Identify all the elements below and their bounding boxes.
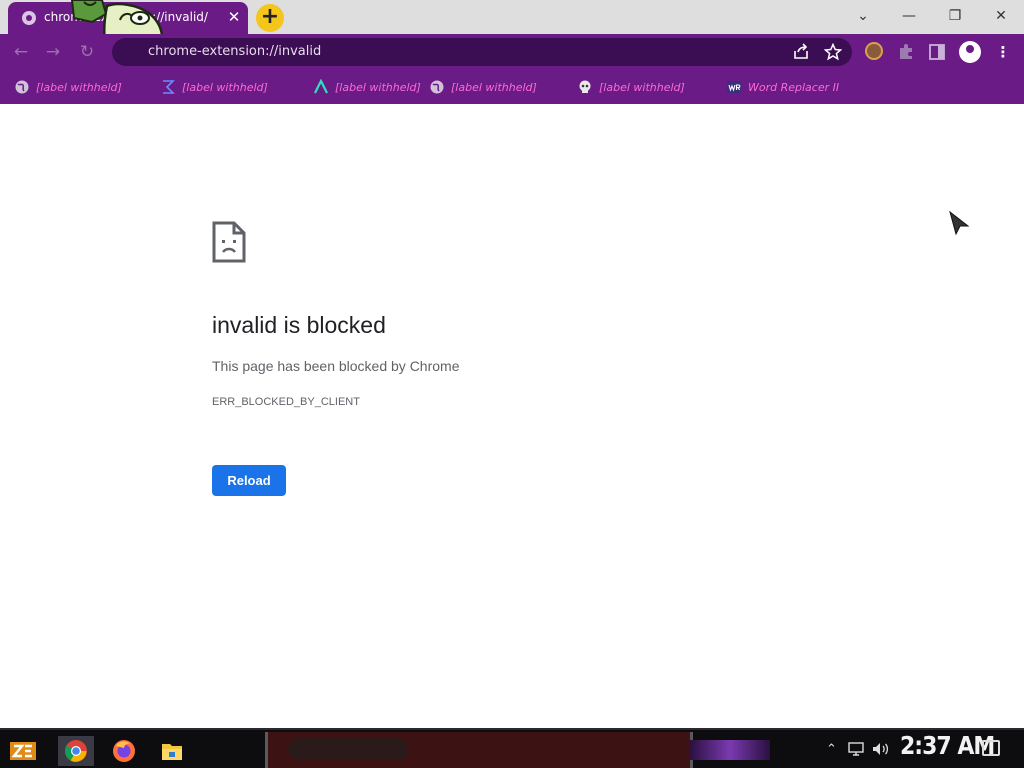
firefox-icon xyxy=(113,740,135,762)
chrome-icon xyxy=(65,740,87,762)
file-explorer-icon xyxy=(162,744,182,760)
a-logo-icon xyxy=(314,79,328,94)
share-icon[interactable] xyxy=(792,43,810,61)
taskbar-firefox[interactable] xyxy=(106,736,142,766)
reload-browser-button[interactable]: ↻ xyxy=(76,41,98,63)
bookmark-label: [label withheld] xyxy=(335,80,421,94)
back-button[interactable]: ← xyxy=(10,41,32,63)
tray-overflow-icon[interactable]: ⌃ xyxy=(826,740,837,760)
start-menu-icon[interactable] xyxy=(8,736,38,764)
bookmark-label: [label withheld] xyxy=(451,80,537,94)
taskbar-chrome[interactable] xyxy=(58,736,94,766)
restore-button[interactable]: ❐ xyxy=(943,5,967,27)
forward-button[interactable]: → xyxy=(42,41,64,63)
bookmark-label: [label withheld] xyxy=(182,80,268,94)
error-code: ERR_BLOCKED_BY_CLIENT xyxy=(212,396,360,408)
globe-icon xyxy=(22,11,36,25)
skull-icon xyxy=(579,80,591,93)
bookmark-6[interactable]: Word Replacer II xyxy=(726,77,839,97)
side-panel-icon[interactable] xyxy=(927,42,947,62)
address-bar[interactable]: chrome-extension://invalid xyxy=(112,38,852,66)
sigma-icon xyxy=(163,80,175,94)
kebab-menu-icon[interactable]: ⋮ xyxy=(993,42,1013,62)
bookmark-label: [label withheld] xyxy=(36,80,122,94)
taskbar-file-explorer[interactable] xyxy=(154,736,190,766)
notification-center-icon[interactable] xyxy=(982,740,1000,756)
bookmark-label: [label withheld] xyxy=(599,80,685,94)
mouse-cursor-icon xyxy=(949,210,970,236)
wr-icon xyxy=(727,81,741,93)
tab-strip: chrome-extension://invalid/ ✕ + ⌄ — ❐ ✕ xyxy=(0,0,1024,63)
tab-search-icon[interactable]: ⌄ xyxy=(851,5,875,27)
globe-icon xyxy=(430,80,444,94)
profile-icon[interactable] xyxy=(959,41,981,63)
error-description: This page has been blocked by Chrome xyxy=(212,358,460,374)
browser-toolbar: ← → ↻ chrome-extension://invalid ⋮ xyxy=(0,34,1024,70)
sad-document-icon xyxy=(212,221,246,263)
tab-close-icon[interactable]: ✕ xyxy=(226,8,242,26)
extension-avatar-icon[interactable] xyxy=(865,42,883,60)
new-tab-button[interactable]: + xyxy=(256,4,284,32)
taskbar-decoration-purple xyxy=(690,740,770,760)
volume-icon[interactable] xyxy=(872,742,890,756)
bookmark-5[interactable]: [label withheld] xyxy=(577,77,685,97)
error-page: invalid is blocked This page has been bl… xyxy=(0,104,1024,728)
bookmarks-bar: [label withheld] [label withheld] [label… xyxy=(0,70,1024,104)
star-icon[interactable] xyxy=(824,43,842,61)
bookmark-1[interactable]: [label withheld] xyxy=(14,77,122,97)
globe-icon xyxy=(15,80,29,94)
address-text[interactable]: chrome-extension://invalid xyxy=(148,44,321,59)
bookmark-label: Word Replacer II xyxy=(748,80,840,94)
bookmark-4[interactable]: [label withheld] xyxy=(429,77,537,97)
close-window-button[interactable]: ✕ xyxy=(989,5,1013,27)
puzzle-icon[interactable] xyxy=(896,42,916,62)
error-title: invalid is blocked xyxy=(212,312,386,338)
network-icon[interactable] xyxy=(848,742,864,756)
bookmark-3[interactable]: [label withheld] xyxy=(313,77,421,97)
minimize-button[interactable]: — xyxy=(897,5,921,27)
reload-button[interactable]: Reload xyxy=(212,465,286,496)
taskbar-decoration xyxy=(265,732,693,768)
taskbar: ⌃ 2:37 AM xyxy=(0,728,1024,768)
taskbar-clock[interactable]: 2:37 AM xyxy=(900,732,995,761)
bookmark-2[interactable]: [label withheld] xyxy=(160,77,268,97)
